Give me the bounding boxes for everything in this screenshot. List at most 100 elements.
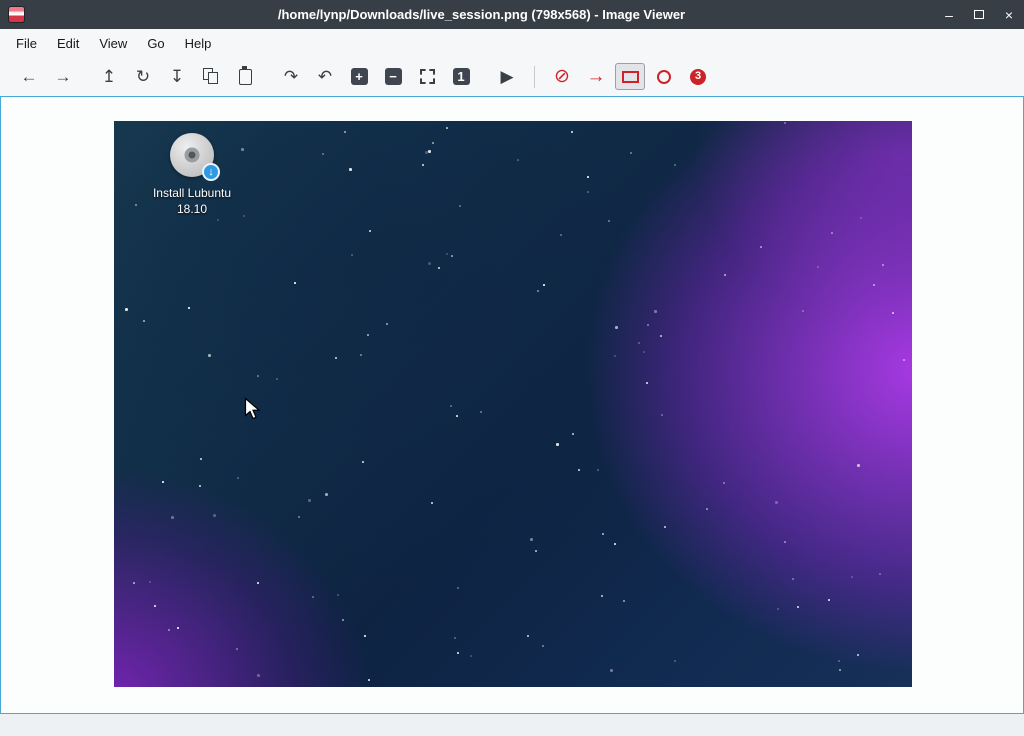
menu-file[interactable]: File [6,31,47,56]
star [243,215,245,217]
slideshow-play-button[interactable]: ▶ [492,63,522,90]
zoom-in-button[interactable]: + [344,63,374,90]
star [571,131,573,133]
star [661,414,663,416]
star [342,619,344,621]
reload-icon: ↻ [136,67,150,87]
star [237,477,239,479]
toolbar: ← → ↥ ↻ ↧ ↷ ↶ + − 1 ▶ ⊘ → 3 [0,57,1024,96]
mouse-cursor [244,397,262,422]
star [646,382,648,384]
star [903,359,905,361]
star [724,274,726,276]
copy-icon [203,68,219,85]
reload-button[interactable]: ↻ [128,63,158,90]
star [572,433,574,435]
star [601,595,603,597]
draw-none-button[interactable]: ⊘ [547,63,577,90]
star [610,669,613,672]
star [817,266,819,268]
paste-button[interactable] [230,63,260,90]
paste-icon [239,69,252,85]
star [838,660,840,662]
star [602,533,604,535]
star [784,122,786,124]
star [143,320,145,322]
star [298,516,300,518]
star [797,606,799,608]
maximize-button[interactable] [972,8,986,22]
forward-button[interactable]: → [48,63,78,90]
draw-number-button[interactable]: 3 [683,63,713,90]
star [125,308,128,311]
star [369,230,371,232]
zoom-out-button[interactable]: − [378,63,408,90]
star [200,458,202,460]
star [775,501,778,504]
star [517,159,519,161]
star [851,576,853,578]
star [217,219,219,221]
star [560,234,562,236]
star [364,635,366,637]
star [608,220,610,222]
upload-icon: ↥ [102,67,116,87]
menu-go[interactable]: Go [137,31,174,56]
star [614,543,616,545]
fit-window-button[interactable] [412,63,442,90]
star [450,405,452,407]
star [527,635,529,637]
star [168,629,170,631]
draw-arrow-button[interactable]: → [581,63,611,90]
fit-window-icon [420,69,435,84]
draw-none-icon: ⊘ [554,65,570,88]
star [422,164,424,166]
star [446,253,448,255]
star [654,310,657,313]
original-size-icon: 1 [453,68,470,85]
rotate-cw-button[interactable]: ↷ [276,63,306,90]
star [154,605,156,607]
copy-button[interactable] [196,63,226,90]
draw-circle-button[interactable] [649,63,679,90]
maximize-icon [974,10,984,19]
star [368,679,370,681]
star [674,660,676,662]
star [294,282,296,284]
star [431,502,433,504]
star [587,191,589,193]
star [457,587,459,589]
toolbar-separator [534,66,535,88]
menu-view[interactable]: View [89,31,137,56]
app-icon [8,6,25,23]
star [674,164,676,166]
upload-button[interactable]: ↥ [94,63,124,90]
minimize-button[interactable]: – [942,8,956,22]
menu-help[interactable]: Help [175,31,222,56]
save-button[interactable]: ↧ [162,63,192,90]
star [360,354,362,356]
star [543,284,545,286]
close-button[interactable]: × [1002,8,1016,22]
star [308,499,311,502]
install-lubuntu-desktop-icon: ↓ Install Lubuntu 18.10 [131,133,253,217]
rotate-ccw-button[interactable]: ↶ [310,63,340,90]
star [257,582,259,584]
star [860,217,862,219]
draw-rectangle-button[interactable] [615,63,645,90]
star [322,153,324,155]
star [630,152,632,154]
star [149,581,151,583]
disc-icon: ↓ [170,133,214,177]
star [792,578,794,580]
original-size-button[interactable]: 1 [446,63,476,90]
menu-edit[interactable]: Edit [47,31,89,56]
back-button[interactable]: ← [14,63,44,90]
star [614,355,616,357]
star [578,469,580,471]
rotate-cw-icon: ↷ [284,67,298,87]
image-scroll-area[interactable]: ↓ Install Lubuntu 18.10 [0,96,1024,714]
star [643,351,645,353]
forward-icon: → [55,67,72,87]
titlebar: /home/lynp/Downloads/live_session.png (7… [0,0,1024,29]
